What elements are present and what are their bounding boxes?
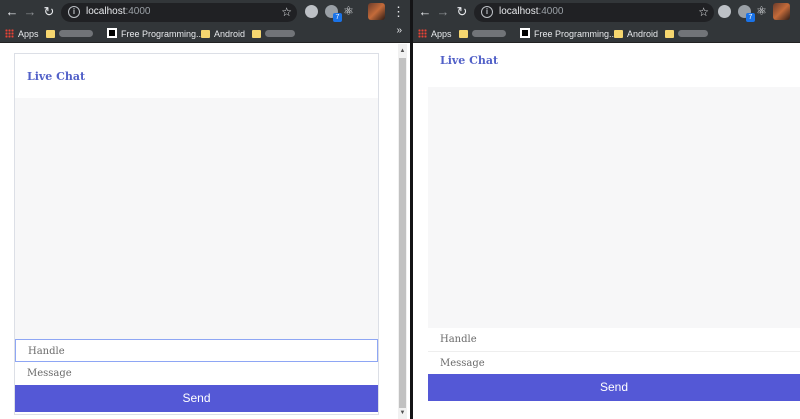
menu-dots-icon[interactable]: ⋮ (392, 4, 405, 20)
send-button[interactable]: Send (15, 385, 378, 412)
extension-icon[interactable] (305, 5, 318, 18)
redacted-label (678, 30, 708, 37)
extension-badge-icon[interactable] (738, 5, 755, 22)
redacted-label (265, 30, 295, 37)
extension-icon[interactable] (718, 5, 731, 18)
chat-window (15, 98, 378, 339)
folder-icon (665, 30, 674, 38)
folder-icon (252, 30, 261, 38)
more-bookmarks-icon[interactable]: » (396, 25, 402, 36)
scroll-up-icon[interactable]: ▲ (399, 47, 406, 55)
browser-toolbar: ← → ↻ i localhost:4000 ☆ ⚛ ⋮ (0, 0, 410, 24)
bookmarks-bar: Apps Free Programming... Android » (0, 24, 410, 43)
back-icon[interactable]: ← (417, 4, 433, 20)
site-info-icon[interactable]: i (481, 6, 493, 18)
bookmark-star-icon[interactable]: ☆ (698, 5, 709, 19)
page-scrollbar[interactable]: ▲ ▼ (398, 44, 407, 419)
address-bar[interactable]: i localhost:4000 ☆ (474, 3, 714, 22)
browser-toolbar: ← → ↻ i localhost:4000 ☆ ⚛ (413, 0, 800, 24)
bookmark-redacted-2[interactable] (665, 27, 708, 41)
page-viewport: Live Chat Handle Message Send (413, 44, 800, 419)
site-favicon-icon (107, 28, 117, 38)
url-text: localhost:4000 (86, 6, 151, 17)
bookmark-apps[interactable]: Apps (5, 27, 39, 41)
message-input[interactable]: Message (428, 351, 800, 374)
site-favicon-icon (520, 28, 530, 38)
bookmark-android[interactable]: Android (201, 27, 245, 41)
right-browser-window: ← → ↻ i localhost:4000 ☆ ⚛ Apps Free Pro… (413, 0, 800, 419)
forward-icon[interactable]: → (22, 4, 38, 20)
apps-icon (5, 29, 14, 38)
bookmark-apps[interactable]: Apps (418, 27, 452, 41)
url-text: localhost:4000 (499, 6, 564, 17)
folder-icon (459, 30, 468, 38)
profile-avatar[interactable] (368, 3, 385, 20)
send-button[interactable]: Send (428, 374, 800, 401)
chat-window (428, 87, 800, 328)
bookmark-redacted[interactable] (46, 27, 93, 41)
folder-icon (201, 30, 210, 38)
bookmarks-bar: Apps Free Programming... Android (413, 24, 800, 43)
reload-icon[interactable]: ↻ (454, 4, 470, 20)
bookmark-redacted-2[interactable] (252, 27, 295, 41)
extension-badge-icon[interactable] (325, 5, 342, 22)
chat-header: Live Chat (15, 54, 378, 98)
chat-header: Live Chat (428, 44, 800, 87)
bookmark-redacted[interactable] (459, 27, 506, 41)
message-input[interactable]: Message (15, 362, 378, 385)
handle-input[interactable]: Handle (15, 339, 378, 362)
redacted-label (59, 30, 93, 37)
folder-icon (46, 30, 55, 38)
chat-container: Live Chat Handle Message Send (428, 44, 800, 406)
chat-container: Live Chat Handle Message Send (14, 53, 379, 415)
scrollbar-thumb[interactable] (399, 58, 406, 408)
handle-input[interactable]: Handle (428, 328, 800, 351)
react-devtools-icon[interactable]: ⚛ (342, 5, 355, 18)
scroll-down-icon[interactable]: ▼ (399, 409, 406, 417)
reload-icon[interactable]: ↻ (41, 4, 57, 20)
back-icon[interactable]: ← (4, 4, 20, 20)
redacted-label (472, 30, 506, 37)
address-bar[interactable]: i localhost:4000 ☆ (61, 3, 297, 22)
chat-title: Live Chat (27, 70, 86, 83)
forward-icon[interactable]: → (435, 4, 451, 20)
react-devtools-icon[interactable]: ⚛ (755, 5, 768, 18)
apps-icon (418, 29, 427, 38)
bookmark-android[interactable]: Android (614, 27, 658, 41)
profile-avatar[interactable] (773, 3, 790, 20)
bookmark-star-icon[interactable]: ☆ (281, 5, 292, 19)
page-viewport: Live Chat Handle Message Send (0, 44, 410, 419)
left-browser-window: ← → ↻ i localhost:4000 ☆ ⚛ ⋮ Apps Free P… (0, 0, 410, 419)
site-info-icon[interactable]: i (68, 6, 80, 18)
chat-title: Live Chat (440, 54, 499, 67)
folder-icon (614, 30, 623, 38)
bookmark-free-programming[interactable]: Free Programming... (520, 27, 617, 41)
bookmark-free-programming[interactable]: Free Programming... (107, 27, 204, 41)
